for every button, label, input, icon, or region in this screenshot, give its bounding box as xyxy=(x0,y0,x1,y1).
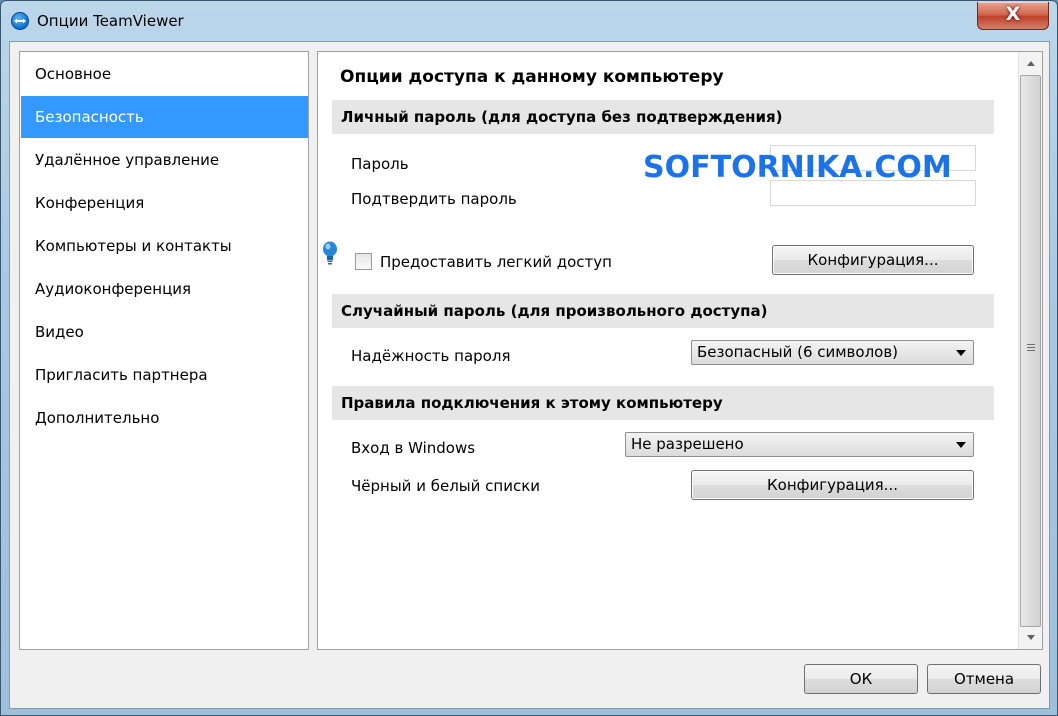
close-icon: X xyxy=(1005,3,1021,25)
sidebar-item-label: Аудиоконференция xyxy=(35,280,192,298)
scroll-down-button[interactable] xyxy=(1019,627,1043,649)
section-header-personal-password: Личный пароль (для доступа без подтвержд… xyxy=(332,100,994,134)
sidebar-item-label: Основное xyxy=(35,65,112,83)
section-header-random-password: Случайный пароль (для произвольного дост… xyxy=(332,294,994,328)
sidebar-item-advanced[interactable]: Дополнительно xyxy=(21,397,308,439)
scrollbar-thumb[interactable] xyxy=(1020,75,1041,627)
sidebar-item-video[interactable]: Видео xyxy=(21,311,308,353)
close-window-button[interactable]: X xyxy=(977,2,1049,30)
confirm-password-label: Подтвердить пароль xyxy=(351,190,517,208)
lightbulb-hint-icon[interactable] xyxy=(322,241,338,267)
sidebar-item-invite-partner[interactable]: Пригласить партнера xyxy=(21,354,308,396)
sidebar-item-label: Безопасность xyxy=(35,108,144,126)
black-white-lists-label: Чёрный и белый списки xyxy=(351,477,541,495)
window-title: Опции TeamViewer xyxy=(37,12,184,30)
chevron-down-icon xyxy=(956,442,966,448)
easy-access-label[interactable]: Предоставить легкий доступ xyxy=(380,253,612,271)
sidebar-item-label: Пригласить партнера xyxy=(35,366,208,384)
sidebar-item-audio-conference[interactable]: Аудиоконференция xyxy=(21,268,308,310)
easy-access-checkbox[interactable] xyxy=(355,253,372,270)
sidebar-item-computers-contacts[interactable]: Компьютеры и контакты xyxy=(21,225,308,267)
password-strength-select[interactable]: Безопасный (6 символов) xyxy=(691,340,974,365)
windows-login-label: Вход в Windows xyxy=(351,439,476,457)
page-title: Опции доступа к данному компьютеру xyxy=(340,67,724,87)
ok-button[interactable]: ОК xyxy=(804,664,918,694)
sidebar-item-general[interactable]: Основное xyxy=(21,53,308,95)
sidebar-item-remote-control[interactable]: Удалённое управление xyxy=(21,139,308,181)
easy-access-config-button[interactable]: Конфигурация... xyxy=(772,245,974,275)
black-white-lists-config-button[interactable]: Конфигурация... xyxy=(691,470,974,500)
cancel-button[interactable]: Отмена xyxy=(927,664,1041,694)
sidebar-item-meeting[interactable]: Конференция xyxy=(21,182,308,224)
options-category-list: Основное Безопасность Удалённое управлен… xyxy=(19,51,309,650)
sidebar-item-label: Компьютеры и контакты xyxy=(35,237,232,255)
chevron-down-icon xyxy=(956,350,966,356)
windows-login-value: Не разрешено xyxy=(631,435,744,453)
vertical-scrollbar[interactable] xyxy=(1018,52,1042,649)
section-header-connection-rules: Правила подключения к этому компьютеру xyxy=(332,386,994,420)
sidebar-item-label: Конференция xyxy=(35,194,145,212)
grip-icon xyxy=(1027,344,1035,351)
password-strength-label: Надёжность пароля xyxy=(351,347,511,365)
windows-login-select[interactable]: Не разрешено xyxy=(625,432,974,457)
sidebar-item-label: Дополнительно xyxy=(35,409,160,427)
dialog-client-area: Основное Безопасность Удалённое управлен… xyxy=(9,41,1050,709)
teamviewer-options-window: Опции TeamViewer X Основное Безопасность… xyxy=(0,0,1058,716)
password-label: Пароль xyxy=(351,155,409,173)
password-strength-value: Безопасный (6 символов) xyxy=(697,343,899,361)
title-bar[interactable]: Опции TeamViewer X xyxy=(1,1,1057,41)
sidebar-item-label: Удалённое управление xyxy=(35,151,220,169)
sidebar-item-security[interactable]: Безопасность xyxy=(21,96,308,138)
teamviewer-logo-icon xyxy=(11,12,29,30)
arrow-up-icon xyxy=(1027,61,1035,66)
arrow-down-icon xyxy=(1027,635,1035,640)
scroll-up-button[interactable] xyxy=(1019,52,1043,74)
sidebar-item-label: Видео xyxy=(35,323,84,341)
security-settings-panel: Опции доступа к данному компьютеру Личны… xyxy=(317,51,1043,650)
watermark-text: SOFTORNIKA.COM xyxy=(643,150,952,185)
